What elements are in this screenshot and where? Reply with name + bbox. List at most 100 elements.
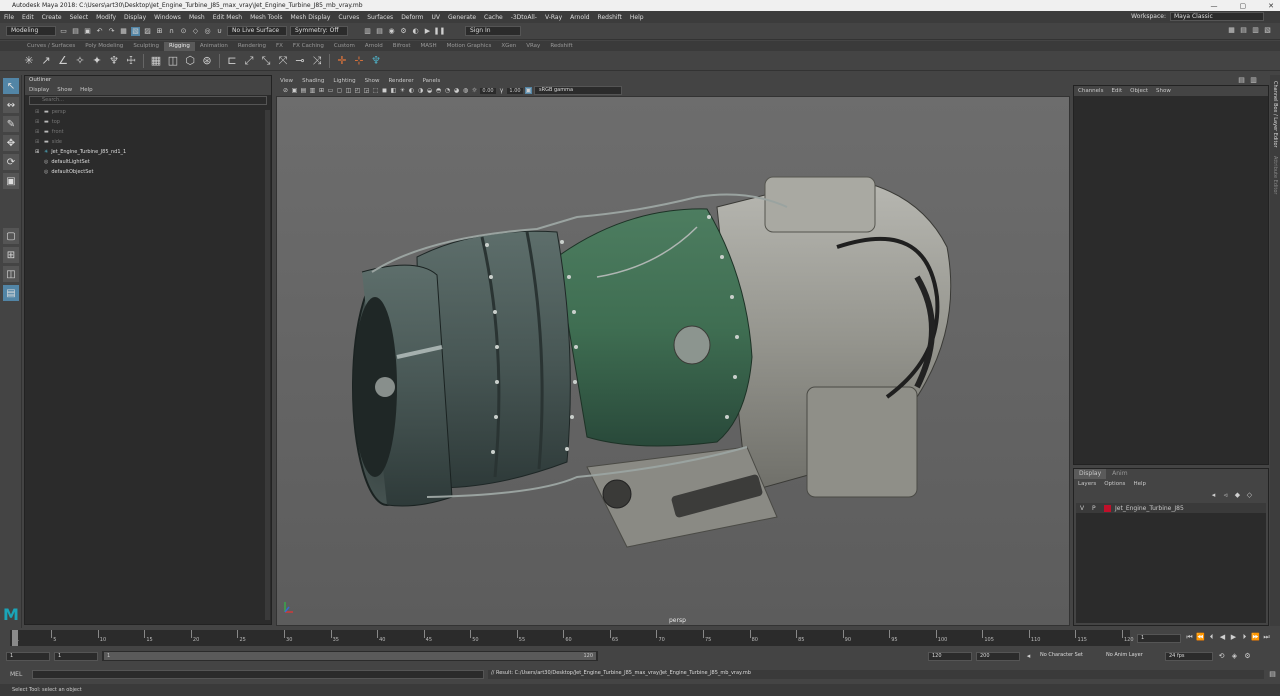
layer-visibility-toggle[interactable]: V <box>1080 505 1088 512</box>
outliner-menu-show[interactable]: Show <box>57 87 72 93</box>
outliner-item[interactable]: ⊞ ▬ side <box>25 137 271 147</box>
cluster-icon[interactable]: ⊛ <box>200 54 214 68</box>
tab-vray[interactable]: VRay <box>521 42 545 51</box>
channel-box-layout-icon[interactable]: ▥ <box>1249 76 1258 85</box>
channel-menu-channels[interactable]: Channels <box>1078 88 1103 94</box>
scale-tool-icon[interactable]: ▣ <box>3 173 19 189</box>
outliner-scrollbar[interactable] <box>265 110 270 620</box>
layer-row[interactable]: V P Jet_Engine_Turbine_J85 <box>1076 503 1266 513</box>
range-slider[interactable]: 1 120 <box>102 651 598 661</box>
vray-icon[interactable]: ♆ <box>369 54 383 68</box>
tab-arnold[interactable]: Arnold <box>360 42 388 51</box>
hypershade-icon[interactable]: ◐ <box>411 27 420 36</box>
ipr-icon[interactable]: ◉ <box>387 27 396 36</box>
constraint-scale-icon[interactable]: ⤧ <box>276 54 290 68</box>
attribute-editor-icon[interactable]: ▤ <box>1239 26 1248 35</box>
layer-move-down-icon[interactable]: ◃ <box>1221 491 1230 500</box>
outliner-item[interactable]: ⊞ ▬ front <box>25 127 271 137</box>
layer-playback-toggle[interactable]: P <box>1092 505 1100 512</box>
start-time-field[interactable]: 1 <box>6 651 50 661</box>
channel-menu-show[interactable]: Show <box>1156 88 1171 94</box>
channel-box-toggle-icon[interactable]: ▤ <box>1237 76 1246 85</box>
go-to-start-icon[interactable]: ⏮ <box>1185 633 1194 642</box>
layer-tab-display[interactable]: Display <box>1074 469 1107 479</box>
render-settings-icon[interactable]: ⚙ <box>399 27 408 36</box>
modeling-toolkit-icon[interactable]: ▦ <box>1227 26 1236 35</box>
rotate-tool-icon[interactable]: ⟳ <box>3 154 19 170</box>
jet-engine-model[interactable]: persp <box>277 97 1070 626</box>
menu-mesh-display[interactable]: Mesh Display <box>291 14 331 21</box>
camera-select-icon[interactable]: ⊘ <box>282 87 289 94</box>
outliner-item[interactable]: ⊞ ✳ Jet_Engine_Turbine_J85_nd1_1 <box>25 147 271 157</box>
isolate-icon[interactable]: ◔ <box>444 87 451 94</box>
constraint-aim-icon[interactable]: ⤢ <box>242 54 256 68</box>
snap-point-icon[interactable]: ⊙ <box>179 27 188 36</box>
step-back-icon[interactable]: ⏴ <box>1207 633 1216 642</box>
menu-windows[interactable]: Windows <box>154 14 181 21</box>
tab-custom[interactable]: Custom <box>329 42 360 51</box>
minimize-button[interactable]: — <box>1211 2 1218 10</box>
paint-select-icon[interactable]: ✎ <box>3 116 19 132</box>
tab-rigging[interactable]: Rigging <box>164 42 195 51</box>
select-component-icon[interactable]: ▨ <box>143 27 152 36</box>
tab-xgen[interactable]: XGen <box>496 42 521 51</box>
select-tool-icon[interactable]: ↖ <box>3 78 19 94</box>
play-forward-icon[interactable]: ▶ <box>1229 633 1238 642</box>
textured-icon[interactable]: ◧ <box>390 87 397 94</box>
magnet-icon[interactable]: ∪ <box>215 27 224 36</box>
live-surface-dropdown[interactable]: No Live Surface <box>227 26 287 36</box>
playback-end-field[interactable]: 120 <box>928 651 972 661</box>
layer-color-swatch[interactable] <box>1104 504 1111 512</box>
render-frame-icon[interactable]: ▥ <box>363 27 372 36</box>
resolution-gate-icon[interactable]: ▢ <box>336 87 343 94</box>
wireframe-icon[interactable]: ⬚ <box>372 87 379 94</box>
go-to-end-icon[interactable]: ⏭ <box>1262 633 1271 642</box>
insert-joint-icon[interactable]: ✧ <box>73 54 87 68</box>
menu-modify[interactable]: Modify <box>96 14 116 21</box>
expand-icon[interactable]: ⊞ <box>35 109 41 115</box>
menu-edit[interactable]: Edit <box>22 14 34 21</box>
tab-poly-modeling[interactable]: Poly Modeling <box>80 42 128 51</box>
layer-move-up-icon[interactable]: ◂ <box>1209 491 1218 500</box>
command-input[interactable] <box>32 670 484 679</box>
snap-grid-icon[interactable]: ⊞ <box>155 27 164 36</box>
layer-menu-layers[interactable]: Layers <box>1078 481 1096 487</box>
tab-fx-caching[interactable]: FX Caching <box>288 42 329 51</box>
constraint-orient-icon[interactable]: ⤡ <box>259 54 273 68</box>
locator-icon[interactable]: ✛ <box>335 54 349 68</box>
menu-edit-mesh[interactable]: Edit Mesh <box>213 14 242 21</box>
pause-icon[interactable]: ❚❚ <box>434 27 446 36</box>
ik-handle-icon[interactable]: ↗ <box>39 54 53 68</box>
step-forward-key-icon[interactable]: ⏩ <box>1251 633 1260 642</box>
layer-name[interactable]: Jet_Engine_Turbine_J85 <box>1115 505 1184 512</box>
motion-blur-icon[interactable]: ◒ <box>426 87 433 94</box>
menu-select[interactable]: Select <box>70 14 89 21</box>
mirror-joint-icon[interactable]: ✦ <box>90 54 104 68</box>
menu-3dtoall[interactable]: -3DtoAll- <box>511 14 537 21</box>
menu-mesh-tools[interactable]: Mesh Tools <box>250 14 282 21</box>
channel-box-icon[interactable]: ▧ <box>1263 26 1272 35</box>
fps-dropdown[interactable]: 24 fps <box>1165 651 1213 661</box>
open-scene-icon[interactable]: ▤ <box>71 27 80 36</box>
tool-settings-icon[interactable]: ▥ <box>1251 26 1260 35</box>
anim-layer-dropdown[interactable]: No Anim Layer <box>1103 651 1161 661</box>
film-gate-icon[interactable]: ▭ <box>327 87 334 94</box>
layer-menu-options[interactable]: Options <box>1104 481 1125 487</box>
snap-surface-icon[interactable]: ◎ <box>203 27 212 36</box>
shadows-icon[interactable]: ◐ <box>408 87 415 94</box>
pivot-icon[interactable]: ⊹ <box>352 54 366 68</box>
viewport[interactable]: persp <box>276 96 1070 626</box>
grid-toggle-icon[interactable]: ⊞ <box>318 87 325 94</box>
lasso-tool-icon[interactable]: ↭ <box>3 97 19 113</box>
time-slider-track[interactable]: 1510152025303540455055606570758085909510… <box>10 630 1134 646</box>
gamma-icon[interactable]: γ <box>498 87 505 94</box>
xray-joints-icon[interactable]: ◍ <box>462 87 469 94</box>
viewport-menu-view[interactable]: View <box>280 78 293 84</box>
channel-menu-edit[interactable]: Edit <box>1111 88 1122 94</box>
step-back-key-icon[interactable]: ⏪ <box>1196 633 1205 642</box>
outliner-menu-display[interactable]: Display <box>29 87 49 93</box>
menu-curves[interactable]: Curves <box>338 14 359 21</box>
constraint-pole-icon[interactable]: ⤨ <box>310 54 324 68</box>
playback-start-field[interactable]: 1 <box>54 651 98 661</box>
undo-icon[interactable]: ↶ <box>95 27 104 36</box>
